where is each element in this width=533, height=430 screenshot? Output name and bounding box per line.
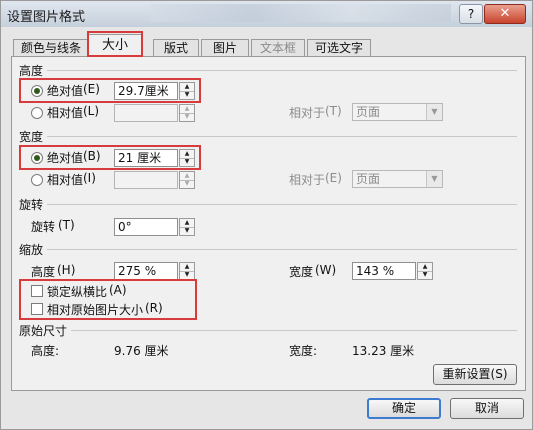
- width-relative-to-select: 页面 ▼: [352, 170, 443, 188]
- ok-button[interactable]: 确定: [367, 398, 441, 419]
- arrow-down-icon[interactable]: ▼: [180, 271, 194, 279]
- arrow-down-icon[interactable]: ▼: [180, 227, 194, 235]
- reset-label: 重新设置: [442, 367, 491, 381]
- divider: [47, 204, 517, 205]
- rotation-label: 旋转: [31, 220, 56, 234]
- divider: [47, 249, 517, 250]
- height-absolute-radio[interactable]: [31, 85, 43, 97]
- lock-aspect-key: (A): [109, 283, 127, 297]
- arrow-down-icon[interactable]: ▼: [180, 91, 194, 99]
- select-value: 页面: [356, 172, 381, 186]
- original-width-value: 13.23 厘米: [352, 344, 415, 358]
- scale-height-input[interactable]: 275 %: [114, 262, 178, 280]
- dialog-window: 设置图片格式 ? ✕ 颜色与线条 大小 版式 图片 文本框 可选文字 高度 绝对…: [0, 0, 533, 430]
- original-width-label: 宽度:: [289, 344, 318, 358]
- scale-width-input[interactable]: 143 %: [352, 262, 416, 280]
- width-section-title: 宽度: [19, 130, 44, 144]
- scale-width-stepper[interactable]: ▲ ▼: [417, 262, 433, 280]
- width-relative-to-label: 相对于: [289, 173, 326, 187]
- arrow-down-icon: ▼: [184, 113, 190, 120]
- width-relative-input: [114, 171, 178, 189]
- arrow-down-icon[interactable]: ▼: [180, 158, 194, 166]
- rotation-key: (T): [58, 218, 75, 232]
- width-relative-stepper: ▲ ▼: [179, 171, 195, 189]
- width-absolute-radio[interactable]: [31, 152, 43, 164]
- width-relative-to-key: (E): [325, 171, 342, 185]
- divider: [71, 330, 517, 331]
- width-absolute-stepper[interactable]: ▲ ▼: [179, 149, 195, 167]
- relative-original-label: 相对原始图片大小: [47, 303, 144, 317]
- chevron-down-icon: ▼: [426, 171, 442, 187]
- scale-width-label: 宽度: [289, 265, 314, 279]
- original-section-title: 原始尺寸: [19, 324, 68, 338]
- scale-width-key: (W): [315, 263, 337, 277]
- chevron-down-icon: ▼: [426, 104, 442, 120]
- rotation-input[interactable]: 0°: [114, 218, 178, 236]
- width-absolute-label: 绝对值: [47, 151, 84, 165]
- relative-original-checkbox[interactable]: [31, 303, 43, 315]
- width-relative-label: 相对值: [47, 173, 84, 187]
- width-absolute-input[interactable]: 21 厘米: [114, 149, 178, 167]
- scale-section-title: 缩放: [19, 243, 44, 257]
- height-relative-label: 相对值: [47, 106, 84, 120]
- divider: [47, 70, 517, 71]
- height-absolute-label: 绝对值: [47, 84, 84, 98]
- reset-button[interactable]: 重新设置(S): [433, 364, 517, 385]
- width-absolute-key: (B): [83, 149, 101, 163]
- height-relative-key: (L): [83, 104, 100, 118]
- height-section-title: 高度: [19, 64, 44, 78]
- cancel-button[interactable]: 取消: [450, 398, 524, 419]
- lock-aspect-label: 锁定纵横比: [47, 285, 108, 299]
- height-absolute-input[interactable]: 29.7厘米: [114, 82, 178, 100]
- size-panel-content: 高度 绝对值 (E) 29.7厘米 ▲ ▼ 相对值 (L) ▲ ▼ 相对于 (T) …: [1, 1, 532, 429]
- divider: [47, 136, 517, 137]
- scale-height-key: (H): [57, 263, 76, 277]
- rotation-stepper[interactable]: ▲ ▼: [179, 218, 195, 236]
- scale-height-label: 高度: [31, 265, 56, 279]
- arrow-down-icon[interactable]: ▼: [418, 271, 432, 279]
- scale-height-stepper[interactable]: ▲ ▼: [179, 262, 195, 280]
- width-relative-radio[interactable]: [31, 174, 43, 186]
- height-relative-to-select: 页面 ▼: [352, 103, 443, 121]
- height-relative-radio[interactable]: [31, 107, 43, 119]
- height-relative-to-label: 相对于: [289, 106, 326, 120]
- arrow-down-icon: ▼: [184, 180, 190, 187]
- height-relative-stepper: ▲ ▼: [179, 104, 195, 122]
- reset-key: (S): [490, 367, 508, 381]
- select-value: 页面: [356, 105, 381, 119]
- height-absolute-key: (E): [83, 82, 100, 96]
- rotation-section-title: 旋转: [19, 198, 44, 212]
- relative-original-key: (R): [145, 301, 163, 315]
- height-relative-input: [114, 104, 178, 122]
- height-relative-to-key: (T): [325, 104, 342, 118]
- height-absolute-stepper[interactable]: ▲ ▼: [179, 82, 195, 100]
- original-height-value: 9.76 厘米: [114, 344, 169, 358]
- lock-aspect-checkbox[interactable]: [31, 285, 43, 297]
- original-height-label: 高度:: [31, 344, 60, 358]
- width-relative-key: (I): [83, 171, 96, 185]
